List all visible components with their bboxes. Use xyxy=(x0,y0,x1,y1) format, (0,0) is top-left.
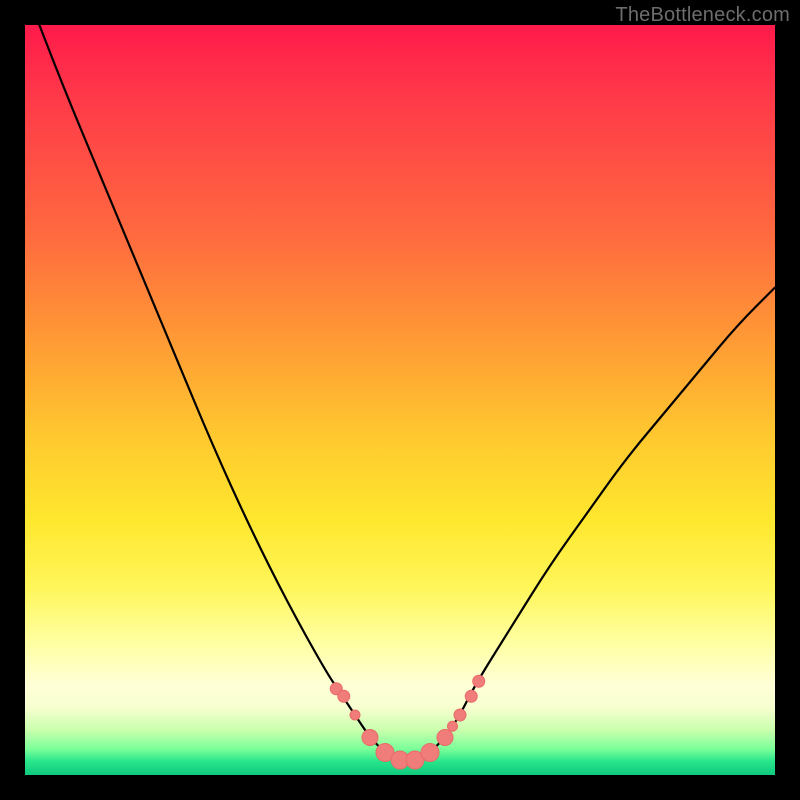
valley-marker xyxy=(376,744,394,762)
plot-area xyxy=(25,25,775,775)
valley-marker xyxy=(473,675,485,687)
valley-marker xyxy=(406,751,424,769)
valley-marker xyxy=(465,690,477,702)
valley-marker xyxy=(338,690,350,702)
curve-svg xyxy=(25,25,775,775)
valley-marker xyxy=(421,744,439,762)
valley-markers xyxy=(330,675,485,769)
valley-marker xyxy=(448,721,458,731)
watermark-text: TheBottleneck.com xyxy=(615,4,790,27)
valley-marker xyxy=(330,683,342,695)
valley-marker xyxy=(437,730,453,746)
chart-frame: TheBottleneck.com xyxy=(0,0,800,800)
valley-marker xyxy=(454,709,466,721)
valley-marker xyxy=(391,751,409,769)
valley-marker xyxy=(350,710,360,720)
bottleneck-curve xyxy=(25,25,775,760)
valley-marker xyxy=(362,730,378,746)
